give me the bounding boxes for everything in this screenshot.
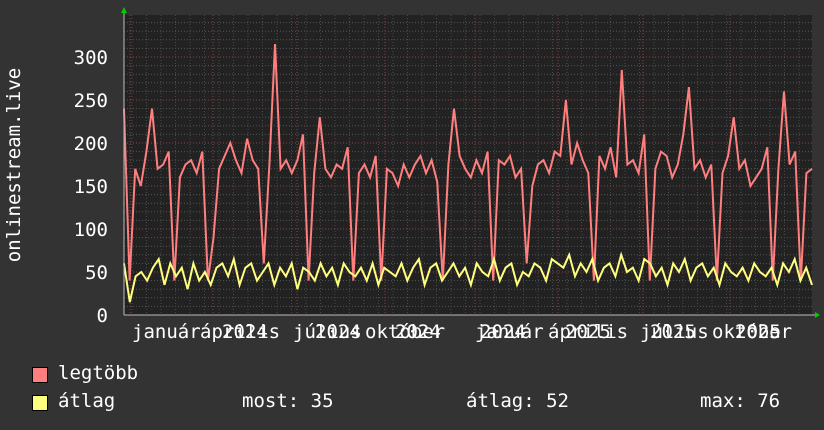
legend-swatch-max [32,367,48,383]
x-year-label: 2025 [565,321,611,343]
x-year-label: 2024 [315,321,361,343]
x-year-label: 2025 [735,321,781,343]
plot-area [124,15,812,315]
y-tick-label: 300 [74,47,108,69]
y-tick-label: 250 [74,90,108,112]
graph: 0 50 100 150 200 250 300 január április július okt… [0,0,824,430]
x-month-label: január [132,321,201,343]
y-tick-label: 200 [74,133,108,155]
legend-swatch-avg [32,395,48,411]
legend-avg: átlag: 52 [466,390,569,412]
legend-label-max: legtöbb [58,362,139,384]
y-tick-label: 50 [85,262,108,284]
y-tick-label: 150 [74,176,108,198]
y-axis-label: onlinestream.live [3,68,25,262]
legend-label-avg: átlag [58,390,116,412]
x-year-label: 2024 [480,321,526,343]
y-axis-arrow [121,7,127,13]
x-year-label: 2025 [650,321,696,343]
x-year-label: 2024 [222,321,268,343]
x-year-label: 2024 [395,321,441,343]
legend-max: max: 76 [700,390,781,412]
y-tick-label: 0 [97,305,108,327]
chart-svg: 050100150200250300január április július okt… [3,7,820,343]
x-axis-arrow [815,312,820,318]
y-tick-label: 100 [74,219,108,241]
legend-now: most: 35 [242,390,334,412]
